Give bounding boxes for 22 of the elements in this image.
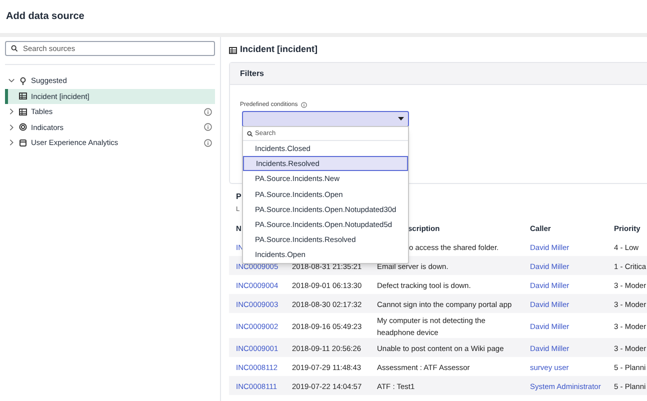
dialog-title: Add data source <box>6 10 84 24</box>
info-icon[interactable] <box>204 138 212 147</box>
preview-title: P <box>236 191 242 203</box>
table-icon <box>19 108 27 116</box>
info-icon <box>300 102 307 108</box>
source-title: Incident [incident] <box>240 43 318 56</box>
info-icon[interactable] <box>204 108 212 116</box>
chevron-right-icon[interactable] <box>8 139 15 146</box>
search-icon <box>11 45 18 52</box>
conditions-dropdown[interactable] <box>242 111 409 127</box>
search-icon <box>247 131 253 137</box>
pin-icon <box>19 76 27 85</box>
caret-icon <box>398 117 404 121</box>
chevron-down-icon[interactable] <box>8 77 15 84</box>
filters-heading: Filters <box>240 68 264 80</box>
gauge-icon <box>19 123 27 132</box>
box-icon <box>19 138 27 147</box>
chevron-right-icon[interactable] <box>8 108 15 116</box>
table-icon <box>19 92 27 100</box>
table-icon <box>229 46 237 54</box>
info-icon[interactable] <box>204 123 212 132</box>
chevron-right-icon[interactable] <box>8 124 15 131</box>
